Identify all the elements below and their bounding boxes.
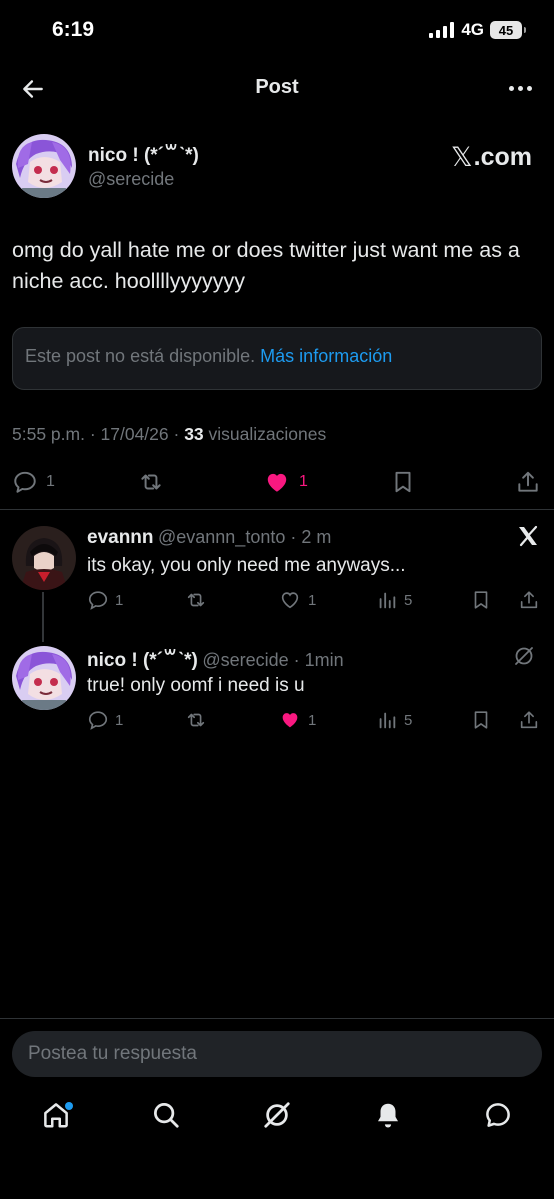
reply-author-handle[interactable]: @serecide · 1min [202, 650, 343, 670]
reply-bookmark-button[interactable] [470, 589, 492, 611]
reply-reply-count: 1 [115, 711, 124, 729]
bell-icon [378, 1103, 398, 1128]
reply-author-name[interactable]: nico ! (*´꒳ˋ*) [87, 650, 198, 671]
reply-text: true! only oomf i need is u [87, 675, 305, 696]
reply-author-handle[interactable]: @evannn_tonto · 2 m [158, 527, 331, 547]
x-logo-icon: 𝕏 [450, 142, 473, 173]
heart-filled-icon [282, 713, 298, 728]
network-type: 4G [461, 20, 484, 39]
grok-icon [264, 1102, 290, 1128]
nav-search[interactable] [151, 1100, 181, 1130]
like-button[interactable]: 1 [263, 469, 308, 495]
source-link[interactable]: 𝕏 .com [451, 142, 532, 173]
more-options-button[interactable] [509, 86, 532, 91]
reply-button[interactable]: 1 [12, 469, 55, 495]
views-count: 33 [184, 424, 204, 444]
reply-text: its okay, you only need me anyways... [87, 555, 406, 576]
reply-reply-button[interactable]: 1 [87, 589, 123, 611]
search-icon [154, 1103, 179, 1128]
reply-views-button[interactable]: 5 [376, 589, 412, 611]
author-name[interactable]: nico ! (*´꒳ˋ*) [88, 141, 199, 167]
post-timestamp: 5:55 p.m. · 17/04/26 · [12, 424, 185, 444]
repost-button[interactable] [137, 469, 165, 495]
reply-count: 1 [46, 473, 55, 490]
author-avatar[interactable] [12, 134, 76, 198]
reply-icon [88, 591, 108, 610]
status-time: 6:19 [52, 18, 95, 41]
reply-like-button[interactable]: 1 [278, 589, 316, 611]
reply-reply-count: 1 [115, 591, 124, 609]
repost-icon [187, 713, 205, 727]
views-chart-icon [379, 592, 396, 609]
reply-repost-button[interactable] [184, 709, 208, 731]
share-icon [518, 471, 538, 492]
reply-input[interactable]: Postea tu respuesta [12, 1031, 542, 1077]
reply-views-button[interactable]: 5 [376, 709, 412, 731]
nav-grok[interactable] [262, 1100, 292, 1130]
thread-connector [42, 592, 44, 642]
status-indicators: 4G 45 [429, 20, 526, 40]
heart-icon [281, 592, 299, 609]
reply-views-count: 5 [404, 711, 413, 729]
views-label: visualizaciones [203, 424, 327, 444]
like-count: 1 [299, 473, 308, 490]
bookmark-button[interactable] [390, 469, 416, 495]
bookmark-icon [474, 591, 488, 609]
bookmark-icon [474, 711, 488, 729]
reply-like-count: 1 [308, 591, 317, 609]
reply-repost-button[interactable] [184, 589, 208, 611]
more-dot-icon [518, 86, 523, 91]
notification-dot [65, 1102, 73, 1110]
unavailable-text: Este post no está disponible. [25, 346, 256, 366]
nav-notifications[interactable] [373, 1100, 403, 1130]
reply-header: evannn @evannn_tonto · 2 m [87, 527, 331, 549]
reply-author-name[interactable]: evannn [87, 527, 154, 548]
share-icon [520, 711, 538, 729]
post-text: omg do yall hate me or does twitter just… [12, 238, 520, 293]
nav-home[interactable] [41, 1100, 73, 1130]
repost-icon [187, 593, 205, 607]
unavailable-post-notice: Este post no está disponible. Más inform… [12, 327, 542, 390]
more-dot-icon [509, 86, 514, 91]
reply-like-button[interactable]: 1 [278, 709, 316, 731]
nav-messages[interactable] [483, 1100, 513, 1130]
heart-filled-icon [267, 473, 287, 492]
source-label: .com [473, 143, 532, 171]
battery-icon: 45 [490, 21, 526, 39]
author-handle[interactable]: @serecide [88, 169, 174, 190]
divider [0, 509, 554, 510]
views-chart-icon [379, 712, 396, 729]
reply-header: nico ! (*´꒳ˋ*) @serecide · 1min [87, 646, 344, 672]
x-logo-icon [516, 524, 540, 548]
more-info-link[interactable]: Más información [260, 346, 392, 366]
grok-icon[interactable] [512, 644, 536, 668]
bookmark-icon [395, 471, 411, 493]
reply-share-button[interactable] [518, 589, 540, 611]
divider [0, 1018, 554, 1019]
reply-like-count: 1 [308, 711, 317, 729]
page-title: Post [255, 76, 299, 98]
reply-views-count: 5 [404, 591, 413, 609]
repost-icon [141, 474, 161, 490]
reply-reply-button[interactable]: 1 [87, 709, 123, 731]
reply-icon [14, 471, 36, 493]
share-button[interactable] [515, 469, 541, 495]
message-icon [486, 1103, 510, 1127]
reply-bookmark-button[interactable] [470, 709, 492, 731]
post-meta: 5:55 p.m. · 17/04/26 · 33 visualizacione… [12, 424, 326, 445]
reply-share-button[interactable] [518, 709, 540, 731]
signal-icon [429, 22, 455, 38]
reply-icon [88, 711, 108, 730]
more-dot-icon [527, 86, 532, 91]
reply-avatar[interactable] [12, 646, 76, 710]
share-icon [520, 591, 538, 609]
reply-avatar[interactable] [12, 526, 76, 590]
